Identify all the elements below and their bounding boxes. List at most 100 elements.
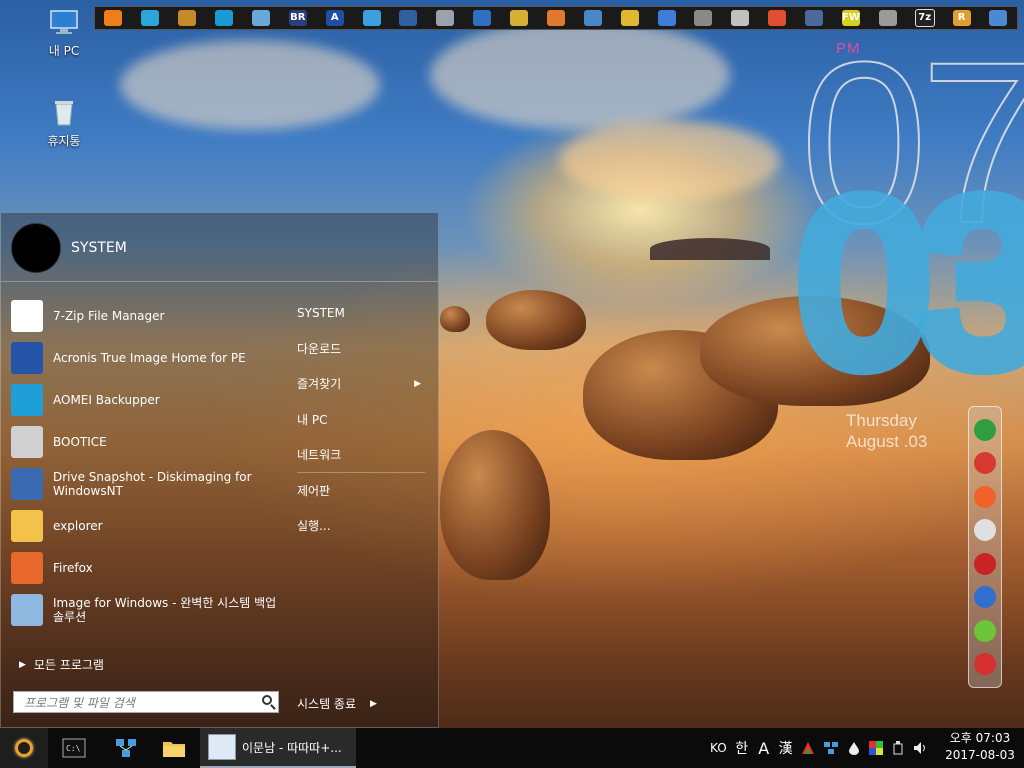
taskbar-window-label: 이문남 - 따따따+... bbox=[242, 740, 342, 755]
language-indicator[interactable]: KO bbox=[710, 740, 727, 756]
dock-item[interactable] bbox=[137, 8, 163, 28]
program-item[interactable]: Acronis True Image Home for PE bbox=[11, 337, 281, 379]
kiwi-icon[interactable] bbox=[974, 619, 996, 642]
program-label: Image for Windows - 완벽한 시스템 백업 솔루션 bbox=[53, 596, 277, 624]
cloud bbox=[560, 120, 780, 200]
quick-link[interactable]: 제어판 bbox=[297, 473, 431, 509]
network-icon bbox=[116, 739, 136, 757]
program-item[interactable]: BOOTICE bbox=[11, 421, 281, 463]
shutdown-button[interactable]: 시스템 종료 ▶ bbox=[297, 695, 377, 712]
quick-links: SYSTEM 다운로드 즐겨찾기 ▶ 내 PC 네트워크제어판실행... bbox=[297, 295, 431, 544]
network-tray-icon[interactable] bbox=[823, 740, 839, 756]
quick-link-label: 내 PC bbox=[297, 412, 328, 427]
chevron-right-icon: ▶ bbox=[370, 698, 377, 709]
monitor-icon[interactable] bbox=[974, 586, 996, 609]
brush-icon bbox=[178, 10, 197, 26]
dock-item[interactable] bbox=[617, 8, 643, 28]
burn-icon bbox=[768, 10, 787, 26]
usb-tray-icon[interactable] bbox=[891, 740, 905, 756]
chrome-icon[interactable] bbox=[974, 418, 996, 441]
taskbar-window[interactable]: 이문남 - 따따따+... bbox=[200, 728, 356, 768]
command-prompt-icon: C:\ bbox=[62, 738, 86, 758]
quick-link[interactable]: SYSTEM bbox=[297, 295, 431, 331]
quick-link-label: 제어판 bbox=[297, 483, 331, 498]
document-icon bbox=[208, 734, 236, 760]
program-item[interactable]: explorer bbox=[11, 505, 281, 547]
taskbar-clock[interactable]: 오후 07:03 2017-08-03 bbox=[940, 730, 1020, 764]
taskbar-time: 오후 07:03 bbox=[949, 731, 1011, 745]
taskbar-explorer[interactable] bbox=[160, 734, 188, 762]
disk-tool-icon bbox=[251, 10, 270, 26]
power-icon[interactable] bbox=[974, 653, 996, 676]
color-tray-icon[interactable] bbox=[868, 740, 883, 756]
taskbar-cmd[interactable]: C:\ bbox=[60, 734, 88, 762]
program-label: Acronis True Image Home for PE bbox=[53, 351, 246, 365]
dock-item[interactable] bbox=[764, 8, 790, 28]
dock-item[interactable]: BR bbox=[285, 8, 311, 28]
volume-tray-icon[interactable] bbox=[913, 740, 929, 756]
taskbar-network[interactable] bbox=[112, 734, 140, 762]
dock-item[interactable] bbox=[543, 8, 569, 28]
eraser-icon[interactable] bbox=[974, 519, 996, 542]
folder-icon bbox=[163, 742, 185, 757]
program-label: Drive Snapshot - Diskimaging for Windows… bbox=[53, 470, 252, 498]
quick-link[interactable]: 내 PC bbox=[297, 402, 431, 438]
drop-tray-icon[interactable] bbox=[847, 740, 861, 756]
snapshot-icon bbox=[11, 468, 43, 500]
image-for-windows-icon bbox=[11, 594, 43, 626]
acronis-icon bbox=[11, 342, 43, 374]
program-item[interactable]: Drive Snapshot - Diskimaging for Windows… bbox=[11, 463, 281, 505]
svg-text:C:\: C:\ bbox=[66, 744, 81, 753]
on-icon[interactable] bbox=[974, 485, 996, 508]
sheet-icon[interactable] bbox=[974, 452, 996, 475]
7zip-icon bbox=[11, 300, 43, 332]
user-header[interactable]: SYSTEM bbox=[11, 223, 127, 273]
quick-link-label: SYSTEM bbox=[297, 305, 345, 320]
folder-orange-icon bbox=[546, 10, 565, 26]
dock-item[interactable] bbox=[580, 8, 606, 28]
avatar[interactable] bbox=[11, 223, 61, 273]
dock-item[interactable] bbox=[359, 8, 385, 28]
dock-item[interactable] bbox=[469, 8, 495, 28]
quick-link[interactable]: 네트워크 bbox=[297, 437, 431, 473]
hanja-indicator[interactable]: 漢 bbox=[779, 740, 793, 757]
dock-item[interactable] bbox=[654, 8, 680, 28]
app-tray-icon[interactable] bbox=[801, 740, 815, 756]
quick-link[interactable]: 다운로드 bbox=[297, 331, 431, 367]
all-programs-button[interactable]: ▶ 모든 프로그램 bbox=[19, 656, 104, 673]
dock-item[interactable] bbox=[432, 8, 458, 28]
dock-item[interactable] bbox=[395, 8, 421, 28]
quick-link[interactable]: 즐겨찾기 ▶ bbox=[297, 366, 431, 402]
program-item[interactable]: AOMEI Backupper bbox=[11, 379, 281, 421]
speaker-icon bbox=[913, 742, 925, 754]
film-icon[interactable] bbox=[974, 552, 996, 575]
triangle-color-icon bbox=[801, 742, 814, 754]
dock-item[interactable] bbox=[248, 8, 274, 28]
chevron-right-icon: ▶ bbox=[19, 659, 26, 670]
program-label: explorer bbox=[53, 519, 103, 533]
search-input[interactable]: 프로그램 및 파일 검색 bbox=[13, 691, 279, 713]
dock-item[interactable] bbox=[174, 8, 200, 28]
program-item[interactable]: Firefox bbox=[11, 547, 281, 589]
program-item[interactable]: 7-Zip File Manager bbox=[11, 295, 281, 337]
taskbar: C:\ 이문남 - 따따따+... KO 한 A 漢 오후 07:03 2017… bbox=[0, 728, 1024, 768]
acronis-icon: A bbox=[325, 10, 344, 26]
desktop-icon-recycle-bin[interactable]: 휴지통 bbox=[32, 96, 96, 149]
dock-item[interactable] bbox=[727, 8, 753, 28]
bootice-icon bbox=[11, 426, 43, 458]
quick-link[interactable]: 실행... bbox=[297, 508, 431, 544]
program-item[interactable]: Image for Windows - 완벽한 시스템 백업 솔루션 bbox=[11, 589, 281, 631]
ime-indicator[interactable]: 한 bbox=[735, 740, 749, 757]
dock-item[interactable] bbox=[100, 8, 126, 28]
usb-stick-icon bbox=[694, 10, 713, 26]
dock-item[interactable] bbox=[211, 8, 237, 28]
cd-icon bbox=[731, 10, 750, 26]
dock-item[interactable] bbox=[506, 8, 532, 28]
dock-item[interactable] bbox=[690, 8, 716, 28]
start-button[interactable] bbox=[0, 728, 48, 768]
dock-item[interactable]: A bbox=[322, 8, 348, 28]
rock bbox=[440, 306, 470, 332]
clock-minute: 03 bbox=[789, 154, 1024, 411]
ime-width-indicator[interactable]: A bbox=[757, 739, 771, 758]
desktop-icon-this-pc[interactable]: 내 PC bbox=[32, 6, 96, 59]
